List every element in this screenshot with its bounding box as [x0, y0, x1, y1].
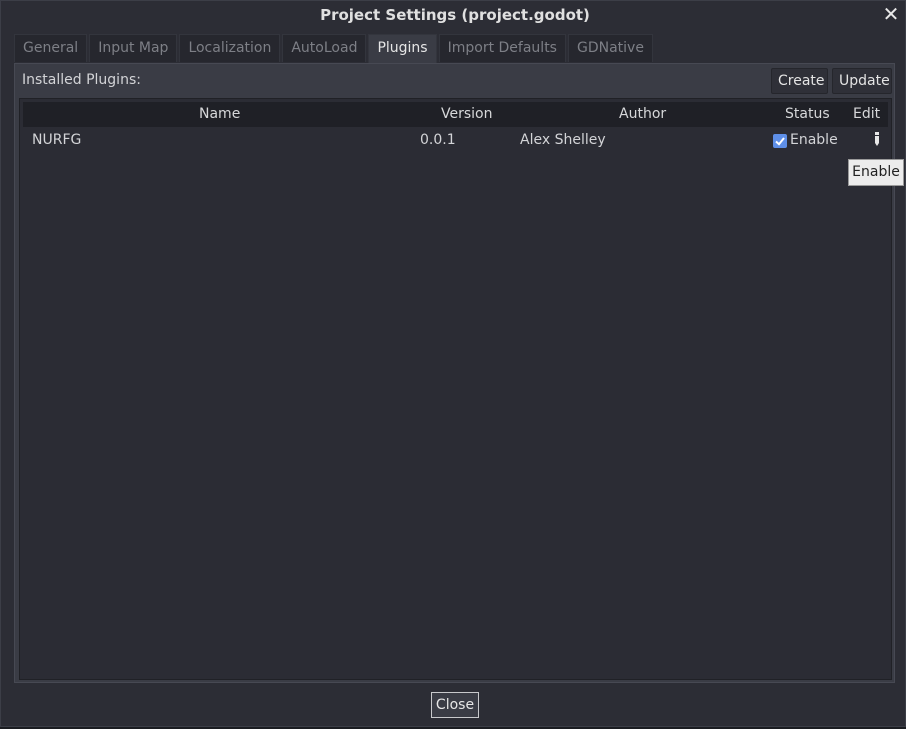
tab-autoload[interactable]: AutoLoad — [282, 34, 367, 62]
close-icon[interactable]: ✕ — [881, 3, 901, 25]
column-header-status[interactable]: Status — [785, 106, 830, 122]
tab-input-map[interactable]: Input Map — [89, 34, 178, 62]
enable-label[interactable]: Enable — [790, 132, 838, 148]
column-header-author[interactable]: Author — [619, 106, 666, 122]
project-settings-dialog: Project Settings (project.godot) ✕ Gener… — [0, 0, 906, 727]
installed-plugins-label: Installed Plugins: — [22, 72, 141, 88]
tab-localization[interactable]: Localization — [179, 34, 281, 62]
table-header: Name Version Author Status Edit — [23, 102, 888, 127]
edit-icon[interactable] — [871, 130, 883, 148]
table-row[interactable]: NURFG 0.0.1 Alex Shelley Enable — [23, 128, 888, 154]
tab-import-defaults[interactable]: Import Defaults — [438, 34, 566, 62]
enable-checkbox[interactable] — [773, 134, 787, 148]
dialog-title: Project Settings (project.godot) — [320, 6, 590, 24]
title-bar: Project Settings (project.godot) ✕ — [1, 1, 905, 31]
plugins-panel: Installed Plugins: Create Update Name Ve… — [14, 63, 895, 683]
create-button[interactable]: Create — [771, 68, 828, 94]
plugin-version: 0.0.1 — [420, 132, 456, 148]
column-header-version[interactable]: Version — [441, 106, 492, 122]
close-button[interactable]: Close — [431, 692, 479, 718]
plugin-author: Alex Shelley — [520, 132, 606, 148]
tab-general[interactable]: General — [14, 34, 88, 62]
column-header-edit[interactable]: Edit — [853, 106, 880, 122]
plugins-table[interactable]: Name Version Author Status Edit NURFG 0.… — [19, 98, 892, 680]
checkmark-icon — [775, 137, 785, 146]
pencil-icon — [875, 132, 879, 146]
tab-plugins[interactable]: Plugins — [368, 34, 437, 63]
plugin-name: NURFG — [32, 132, 82, 148]
tab-gdnative[interactable]: GDNative — [567, 34, 653, 62]
enable-tooltip: Enable — [848, 159, 904, 186]
update-button[interactable]: Update — [832, 68, 892, 94]
tab-bar: General Input Map Localization AutoLoad … — [14, 34, 655, 63]
column-header-name[interactable]: Name — [199, 106, 240, 122]
